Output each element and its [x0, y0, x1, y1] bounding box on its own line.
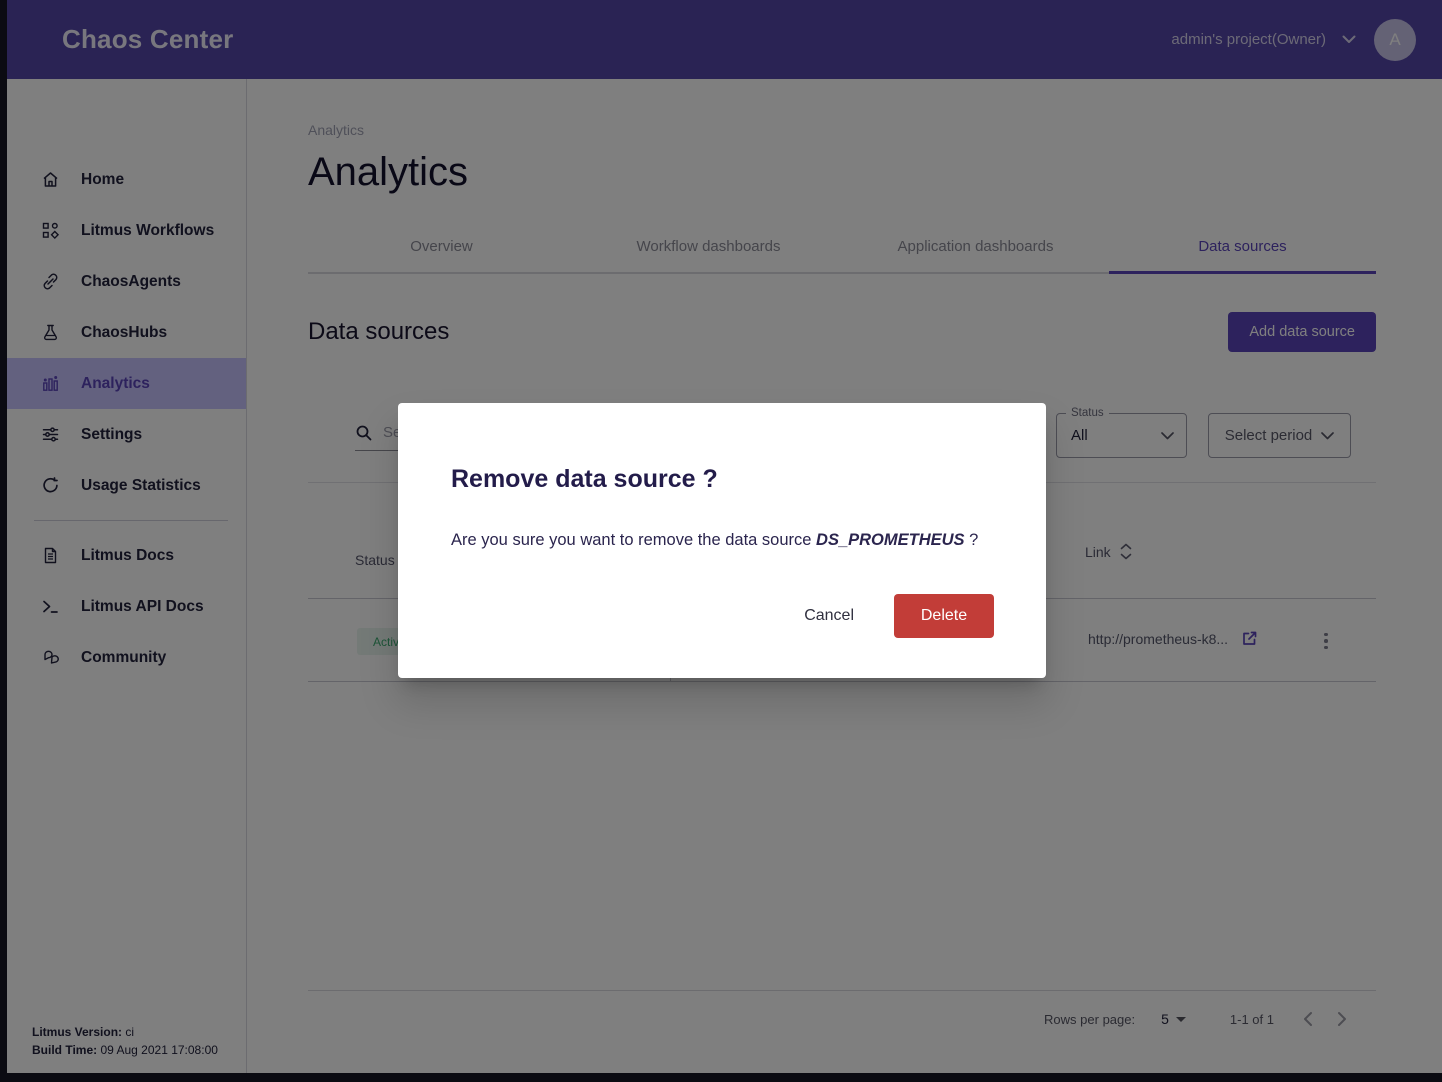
delete-button[interactable]: Delete	[894, 594, 994, 638]
window-edge-left	[0, 0, 7, 1082]
data-source-name: DS_PROMETHEUS	[816, 531, 965, 549]
window-edge-bottom	[0, 1073, 1442, 1082]
dialog-title: Remove data source ?	[451, 465, 718, 494]
chaos-center-app: Chaos Center admin's project(Owner) A Ho…	[0, 0, 1442, 1082]
dialog-message: Are you sure you want to remove the data…	[451, 531, 978, 550]
cancel-button[interactable]: Cancel	[790, 599, 868, 633]
remove-data-source-dialog: Remove data source ? Are you sure you wa…	[398, 403, 1046, 678]
